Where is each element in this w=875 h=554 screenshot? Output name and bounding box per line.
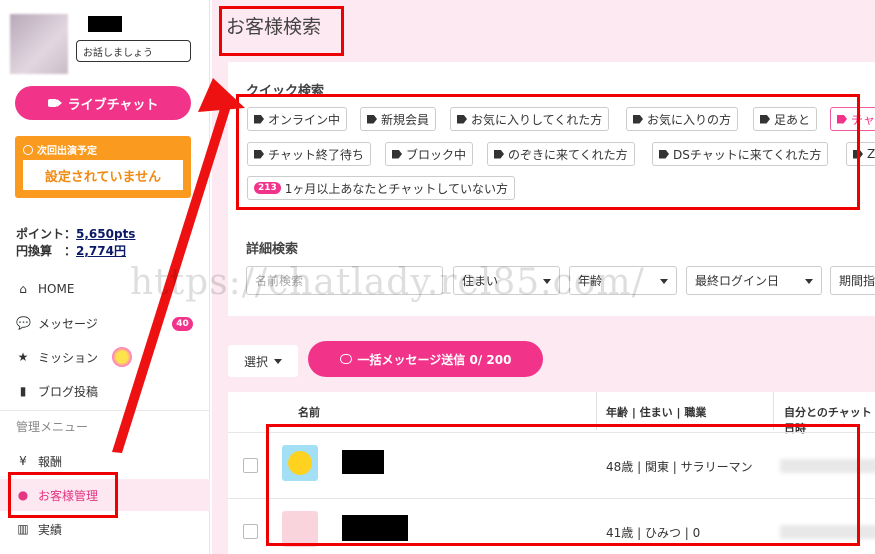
- screen: お話しましょう ライブチャット 次回出演予定 設定されていません ポイント：5,…: [0, 0, 875, 554]
- annotation-arrow: [112, 78, 245, 453]
